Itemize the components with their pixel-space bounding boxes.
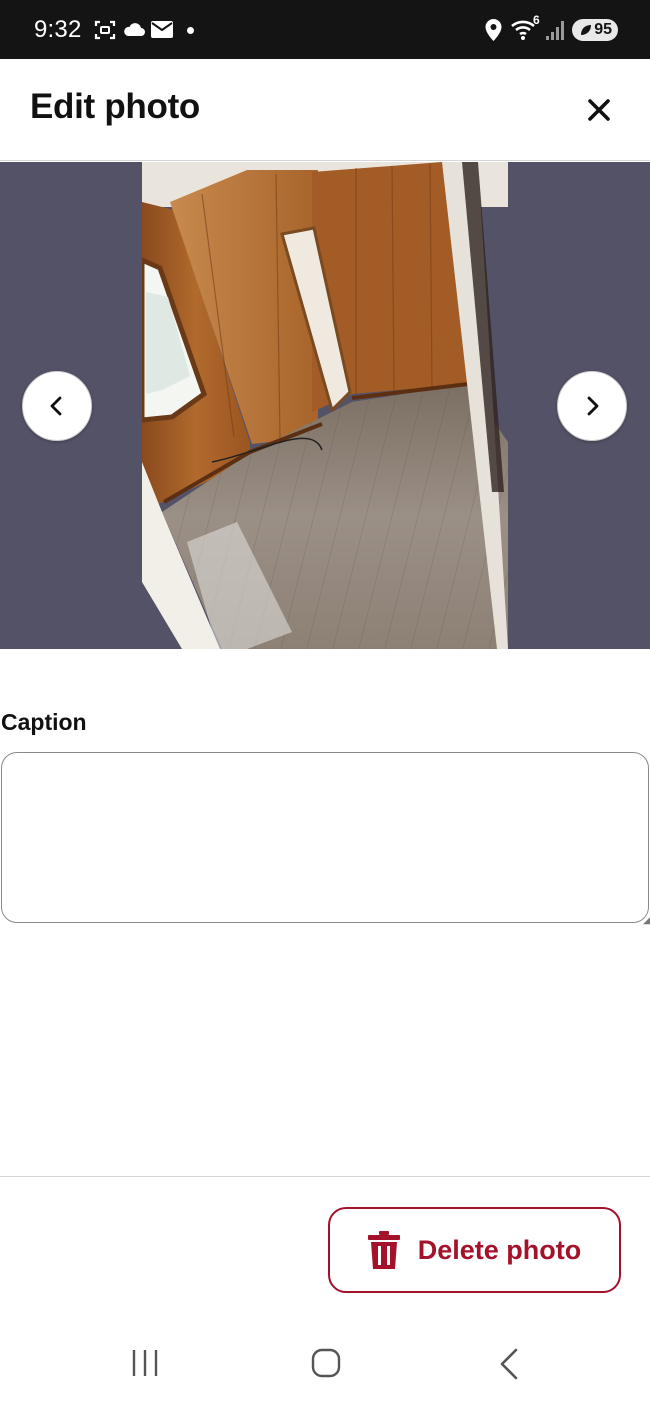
recent-apps-icon[interactable]	[131, 1348, 159, 1383]
footer-divider	[0, 1176, 650, 1177]
signal-icon	[545, 19, 567, 46]
photo-viewer	[0, 162, 650, 649]
delete-photo-label: Delete photo	[417, 1234, 582, 1265]
location-icon	[485, 19, 502, 46]
caption-field[interactable]	[1, 752, 649, 923]
trash-icon	[367, 1231, 400, 1269]
notification-dot	[187, 27, 194, 34]
delete-photo-button[interactable]: Delete photo	[328, 1207, 621, 1293]
chevron-right-icon	[587, 396, 599, 416]
close-icon	[588, 99, 610, 121]
back-icon[interactable]	[497, 1348, 521, 1385]
status-bar: 9:32 6 95	[0, 0, 650, 59]
cloud-icon	[122, 20, 146, 43]
status-time: 9:32	[34, 16, 82, 43]
battery-saver-icon	[581, 25, 592, 35]
room-photo	[142, 162, 508, 649]
home-icon[interactable]	[311, 1348, 341, 1383]
header: Edit photo	[0, 59, 650, 161]
next-photo-button[interactable]	[557, 371, 627, 441]
close-button[interactable]	[580, 91, 618, 129]
caption-label: Caption	[1, 709, 87, 735]
system-navigation-bar	[0, 1320, 650, 1409]
network-type: 6	[533, 13, 540, 27]
battery-indicator: 95	[572, 19, 618, 41]
resize-handle-icon[interactable]: ◢	[643, 915, 650, 926]
screenshot-icon	[93, 18, 117, 47]
mail-icon	[151, 21, 173, 43]
battery-level: 95	[594, 21, 612, 38]
chevron-left-icon	[50, 396, 62, 416]
page-title: Edit photo	[30, 87, 201, 126]
previous-photo-button[interactable]	[22, 371, 92, 441]
